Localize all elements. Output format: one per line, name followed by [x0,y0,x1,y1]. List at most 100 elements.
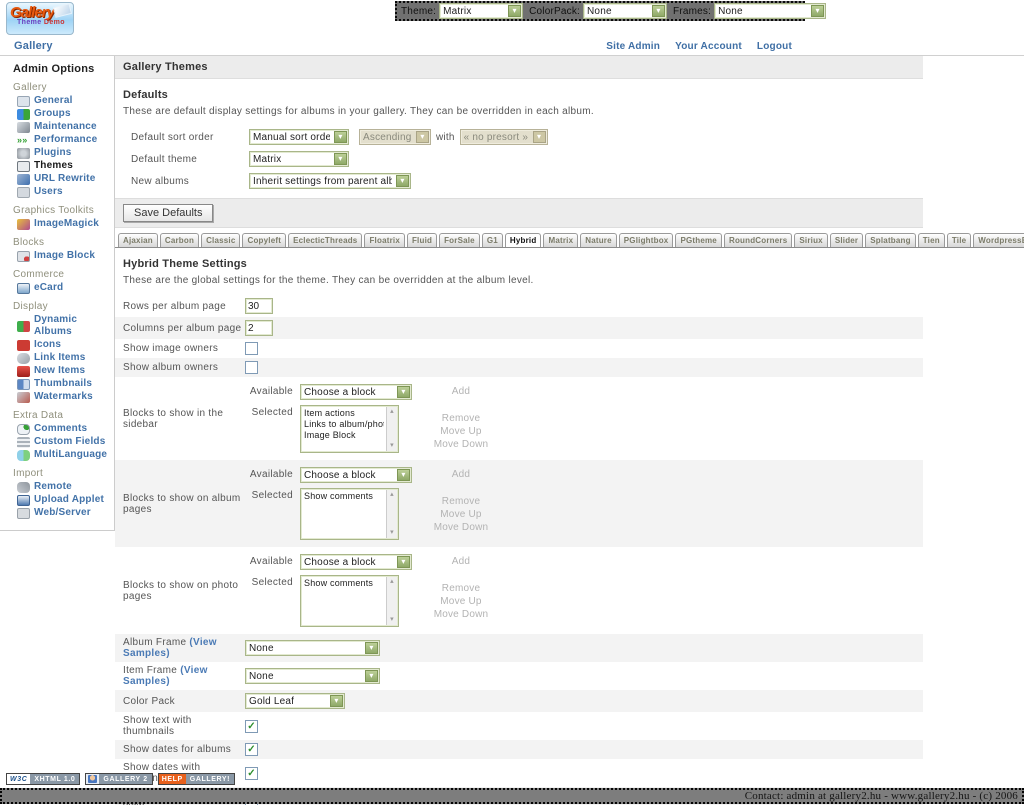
tab-nature[interactable]: Nature [580,233,617,247]
listbox-option[interactable]: Show comments [304,491,384,502]
listbox-option[interactable]: Show comments [304,578,384,589]
tab-tien[interactable]: Tien [918,233,945,247]
tab-splatbang[interactable]: Splatbang [865,233,915,247]
sidebar-item-new-items[interactable]: New Items [17,365,112,377]
block-action-move-down[interactable]: Move Down [421,521,501,534]
selected-blocks-listbox[interactable]: Show comments ▴▾ [300,488,399,540]
sidebar-item-comments[interactable]: Comments [17,423,112,435]
scroll-down-icon[interactable]: ▾ [390,529,394,537]
sidebar-item-dynamic-albums[interactable]: Dynamic Albums [17,314,112,338]
choose-block-select[interactable]: Choose a block ▾ [300,467,412,483]
tab-eclecticthreads[interactable]: EclecticThreads [288,233,362,247]
scroll-down-icon[interactable]: ▾ [390,442,394,450]
tab-pgtheme[interactable]: PGtheme [675,233,722,247]
add-link[interactable]: Add [421,384,501,397]
tab-floatrix[interactable]: Floatrix [364,233,405,247]
topbar-select-theme[interactable]: Matrix ▾ [439,3,523,19]
block-action-remove[interactable]: Remove [421,412,501,425]
gallery-logo[interactable]: Gallery Theme Demo [6,2,74,35]
sidebar-item-maintenance[interactable]: Maintenance [17,121,112,133]
topbar-select-frames[interactable]: None ▾ [714,3,826,19]
sidebar-item-imagemagick[interactable]: ImageMagick [17,218,112,230]
tab-matrix[interactable]: Matrix [543,233,578,247]
scroll-up-icon[interactable]: ▴ [390,578,394,586]
sidebar-item-url-rewrite[interactable]: URL Rewrite [17,173,112,185]
listbox-scrollbar[interactable]: ▴▾ [386,407,397,451]
album-frame-select[interactable]: None ▾ [245,640,380,656]
block-action-remove[interactable]: Remove [421,495,501,508]
tab-wordpressembedded[interactable]: WordpressEmbedded [973,233,1024,247]
sidebar-item-groups[interactable]: Groups [17,108,112,120]
user-link-logout[interactable]: Logout [757,41,792,52]
selected-blocks-listbox[interactable]: Item actionsLinks to album/photo peersIm… [300,405,399,453]
tab-siriux[interactable]: Siriux [794,233,827,247]
user-link-your-account[interactable]: Your Account [675,41,742,52]
listbox-option[interactable]: Item actions [304,408,384,419]
default-theme-select[interactable]: Matrix ▾ [249,151,349,167]
item-frame-select[interactable]: None ▾ [245,668,380,684]
tab-copyleft[interactable]: Copyleft [242,233,286,247]
tab-g1[interactable]: G1 [482,233,503,247]
sidebar-item-general[interactable]: General [17,95,112,107]
rows-per-page-input[interactable] [245,298,273,314]
show-dates-thumbnails-checkbox[interactable] [245,767,258,780]
scroll-up-icon[interactable]: ▴ [390,408,394,416]
choose-block-select[interactable]: Choose a block ▾ [300,384,412,400]
sidebar-item-web-server[interactable]: Web/Server [17,507,112,519]
show-image-owners-checkbox[interactable] [245,342,258,355]
sidebar-item-performance[interactable]: Performance [17,134,112,146]
gallery2-badge[interactable]: GALLERY 2 [85,773,152,785]
sidebar-item-watermarks[interactable]: Watermarks [17,391,112,403]
tab-classic[interactable]: Classic [201,233,240,247]
sidebar-item-image-block[interactable]: Image Block [17,250,112,262]
scroll-down-icon[interactable]: ▾ [390,616,394,624]
tab-hybrid[interactable]: Hybrid [505,233,542,248]
selected-blocks-listbox[interactable]: Show comments ▴▾ [300,575,399,627]
sidebar-item-multilanguage[interactable]: MultiLanguage [17,449,112,461]
columns-per-page-input[interactable] [245,320,273,336]
block-action-move-down[interactable]: Move Down [421,608,501,621]
color-pack-select[interactable]: Gold Leaf ▾ [245,693,345,709]
tab-pglightbox[interactable]: PGlightbox [619,233,674,247]
save-defaults-button[interactable]: Save Defaults [123,204,213,222]
tab-slider[interactable]: Slider [830,233,863,247]
show-dates-albums-checkbox[interactable] [245,743,258,756]
sort-order-select[interactable]: Manual sort order ▾ [249,129,349,145]
w3c-xhtml-badge[interactable]: W3C XHTML 1.0 [6,773,80,785]
sidebar-item-custom-fields[interactable]: Custom Fields [17,436,112,448]
sidebar-item-icons[interactable]: Icons [17,339,112,351]
sidebar-item-remote[interactable]: Remote [17,481,112,493]
help-gallery-badge[interactable]: HELP GALLERY! [158,773,235,785]
block-action-move-up[interactable]: Move Up [421,508,501,521]
tab-roundcorners[interactable]: RoundCorners [724,233,792,247]
choose-block-select[interactable]: Choose a block ▾ [300,554,412,570]
tab-fluid[interactable]: Fluid [407,233,437,247]
breadcrumb[interactable]: Gallery [14,40,53,52]
listbox-scrollbar[interactable]: ▴▾ [386,577,397,625]
listbox-option[interactable]: Image Block [304,430,384,441]
sidebar-item-themes[interactable]: Themes [17,160,112,172]
sidebar-item-thumbnails[interactable]: Thumbnails [17,378,112,390]
tab-forsale[interactable]: ForSale [439,233,480,247]
block-action-move-up[interactable]: Move Up [421,595,501,608]
listbox-scrollbar[interactable]: ▴▾ [386,490,397,538]
listbox-option[interactable]: Links to album/photo peers [304,419,384,430]
block-action-move-down[interactable]: Move Down [421,438,501,451]
show-text-thumbnails-checkbox[interactable] [245,720,258,733]
sidebar-item-ecard[interactable]: eCard [17,282,112,294]
add-link[interactable]: Add [421,554,501,567]
add-link[interactable]: Add [421,467,501,480]
sidebar-item-users[interactable]: Users [17,186,112,198]
new-albums-select[interactable]: Inherit settings from parent album ▾ [249,173,411,189]
topbar-select-colorpack[interactable]: None ▾ [583,3,667,19]
tab-carbon[interactable]: Carbon [160,233,199,247]
sidebar-item-link-items[interactable]: Link Items [17,352,112,364]
tab-tile[interactable]: Tile [947,233,971,247]
sidebar-item-plugins[interactable]: Plugins [17,147,112,159]
show-album-owners-checkbox[interactable] [245,361,258,374]
user-link-site-admin[interactable]: Site Admin [606,41,660,52]
tab-ajaxian[interactable]: Ajaxian [118,233,158,247]
block-action-move-up[interactable]: Move Up [421,425,501,438]
sidebar-item-upload-applet[interactable]: Upload Applet [17,494,112,506]
block-action-remove[interactable]: Remove [421,582,501,595]
